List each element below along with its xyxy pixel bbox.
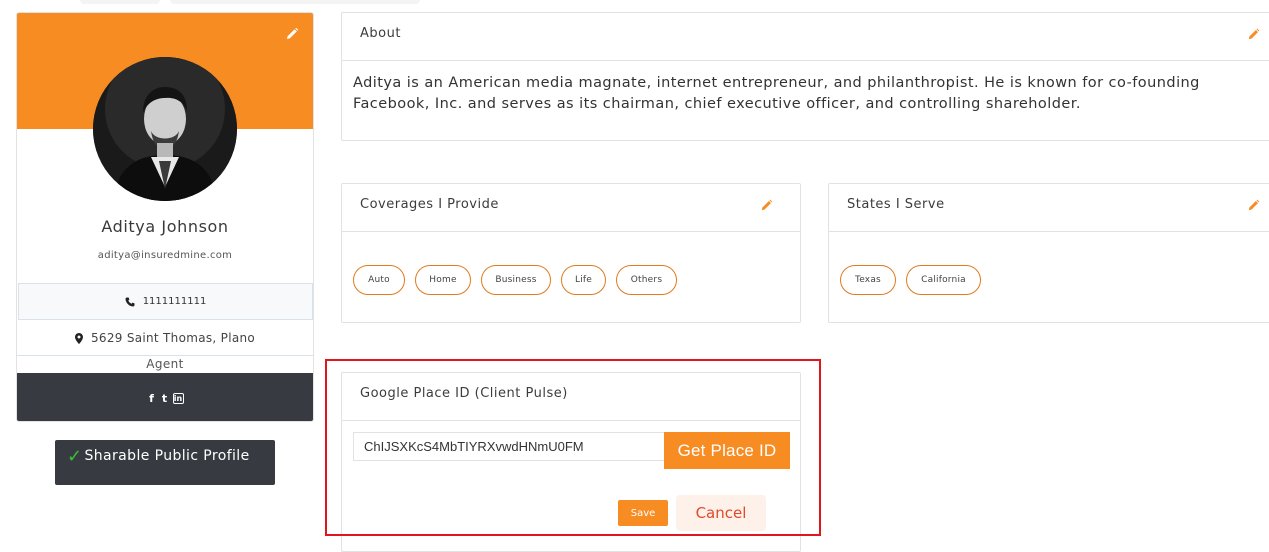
about-text: Aditya is an American media magnate, int… bbox=[353, 75, 1200, 112]
avatar bbox=[93, 57, 237, 201]
profile-card: Aditya Johnson aditya@insuredmine.com 11… bbox=[16, 12, 314, 422]
coverage-chip: Home bbox=[415, 265, 471, 295]
share-label: Sharable Public Profile bbox=[84, 448, 250, 464]
edit-states-pencil-icon[interactable] bbox=[1247, 199, 1260, 212]
highlight-box bbox=[325, 359, 821, 536]
phone-icon bbox=[125, 297, 135, 306]
social-bar: f t in bbox=[17, 373, 313, 421]
profile-email: aditya@insuredmine.com bbox=[97, 250, 233, 261]
coverage-chip: Others bbox=[616, 265, 677, 295]
states-panel: States I Serve Texas California bbox=[828, 183, 1269, 323]
phone-row: 1111111111 bbox=[18, 283, 313, 320]
check-icon: ✓ bbox=[67, 446, 83, 467]
coverage-chip: Life bbox=[561, 265, 606, 295]
coverages-panel: Coverages I Provide Auto Home Business L… bbox=[341, 183, 801, 323]
edit-about-pencil-icon[interactable] bbox=[1247, 28, 1260, 41]
address-text: 5629 Saint Thomas, Plano bbox=[90, 331, 256, 345]
coverage-chip: Business bbox=[481, 265, 551, 295]
avatar-photo bbox=[93, 57, 237, 201]
state-chips: Texas California bbox=[840, 265, 981, 295]
top-tab bbox=[170, 0, 420, 4]
coverage-chips: Auto Home Business Life Others bbox=[353, 265, 677, 295]
phone-number: 1111111111 bbox=[142, 296, 207, 307]
about-panel: About Aditya is an American media magnat… bbox=[341, 12, 1269, 141]
facebook-icon[interactable]: f bbox=[147, 392, 157, 405]
profile-name: Aditya Johnson bbox=[101, 217, 229, 236]
coverages-title: Coverages I Provide bbox=[342, 184, 800, 232]
edit-coverages-pencil-icon[interactable] bbox=[760, 199, 773, 212]
twitter-icon[interactable]: t bbox=[160, 392, 170, 405]
coverage-chip: Auto bbox=[353, 265, 405, 295]
map-marker-icon bbox=[74, 332, 83, 344]
states-title: States I Serve bbox=[829, 184, 1269, 232]
top-strip bbox=[0, 0, 1269, 6]
address-row: 5629 Saint Thomas, Plano bbox=[17, 327, 313, 349]
linkedin-icon[interactable]: in bbox=[172, 392, 184, 404]
edit-profile-pencil-icon[interactable] bbox=[285, 27, 299, 41]
state-chip: Texas bbox=[840, 265, 896, 295]
about-title: About bbox=[342, 13, 1269, 61]
state-chip: California bbox=[906, 265, 981, 295]
top-tab bbox=[80, 0, 160, 4]
sharable-public-profile-button[interactable]: ✓ Sharable Public Profile bbox=[55, 440, 275, 485]
role-label: Agent bbox=[17, 355, 313, 373]
